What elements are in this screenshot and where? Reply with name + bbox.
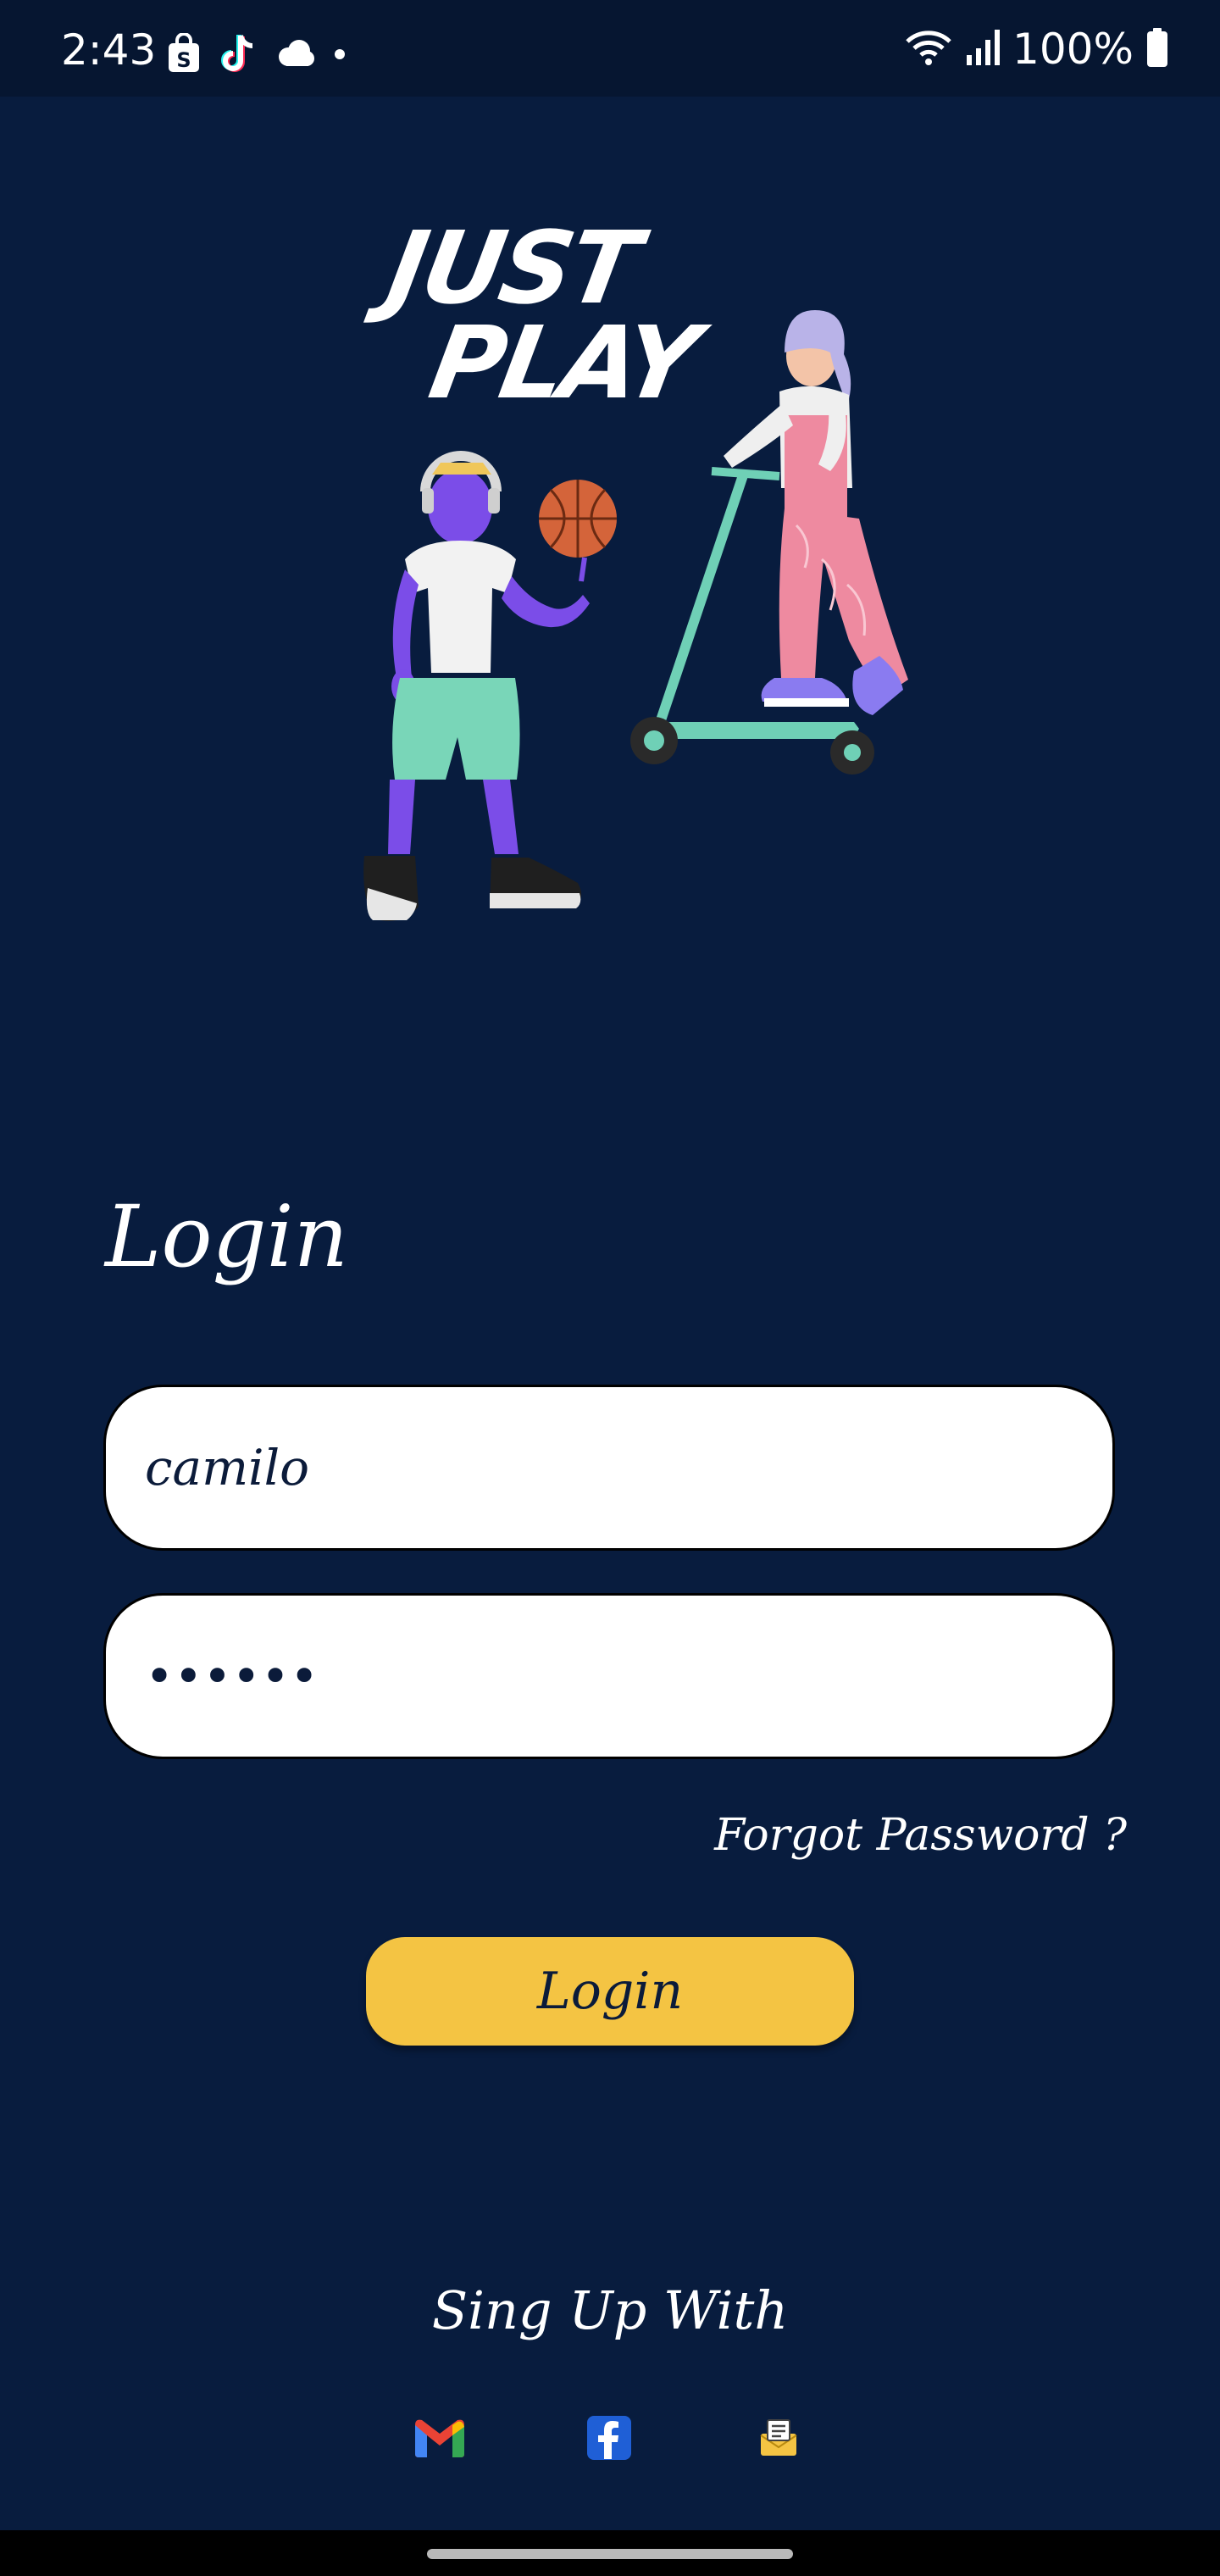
- signup-label: Sing Up With: [431, 2279, 789, 2341]
- mail-icon: [757, 2417, 800, 2462]
- notification-icons: S: [166, 32, 346, 78]
- dot-icon: [334, 47, 346, 64]
- svg-text:S: S: [176, 48, 191, 72]
- boy-figure: [363, 451, 617, 921]
- password-input[interactable]: [143, 1646, 1112, 1706]
- password-field[interactable]: [103, 1593, 1115, 1759]
- tiktok-icon: [220, 32, 258, 78]
- status-bar: 2:43 S 100%: [0, 0, 1220, 97]
- facebook-icon: [586, 2415, 632, 2464]
- girl-figure: [630, 310, 908, 774]
- facebook-button[interactable]: [580, 2413, 639, 2466]
- wifi-icon: [904, 28, 953, 70]
- system-icons: 100%: [904, 27, 1169, 71]
- players-illustration: [363, 310, 908, 921]
- home-indicator[interactable]: [427, 2549, 793, 2559]
- login-title: Login: [105, 1187, 349, 1286]
- mail-button[interactable]: [749, 2413, 808, 2466]
- battery-percent: 100%: [1012, 25, 1134, 74]
- gmail-button[interactable]: [410, 2413, 469, 2466]
- battery-icon: [1145, 27, 1169, 71]
- login-button[interactable]: Login: [366, 1937, 854, 2046]
- shopping-bag-icon: S: [166, 32, 202, 77]
- cloud-icon: [276, 38, 315, 72]
- username-field[interactable]: [103, 1385, 1115, 1551]
- social-signup-row: [0, 2413, 1220, 2466]
- gmail-icon: [412, 2417, 468, 2462]
- username-input[interactable]: [143, 1438, 1112, 1497]
- navigation-bar: [0, 2530, 1220, 2576]
- status-time: 2:43: [61, 25, 157, 75]
- hero-illustration: JUST PLAY: [322, 203, 949, 991]
- forgot-password-link[interactable]: Forgot Password ?: [714, 1810, 1127, 1861]
- signal-icon: [965, 28, 1001, 70]
